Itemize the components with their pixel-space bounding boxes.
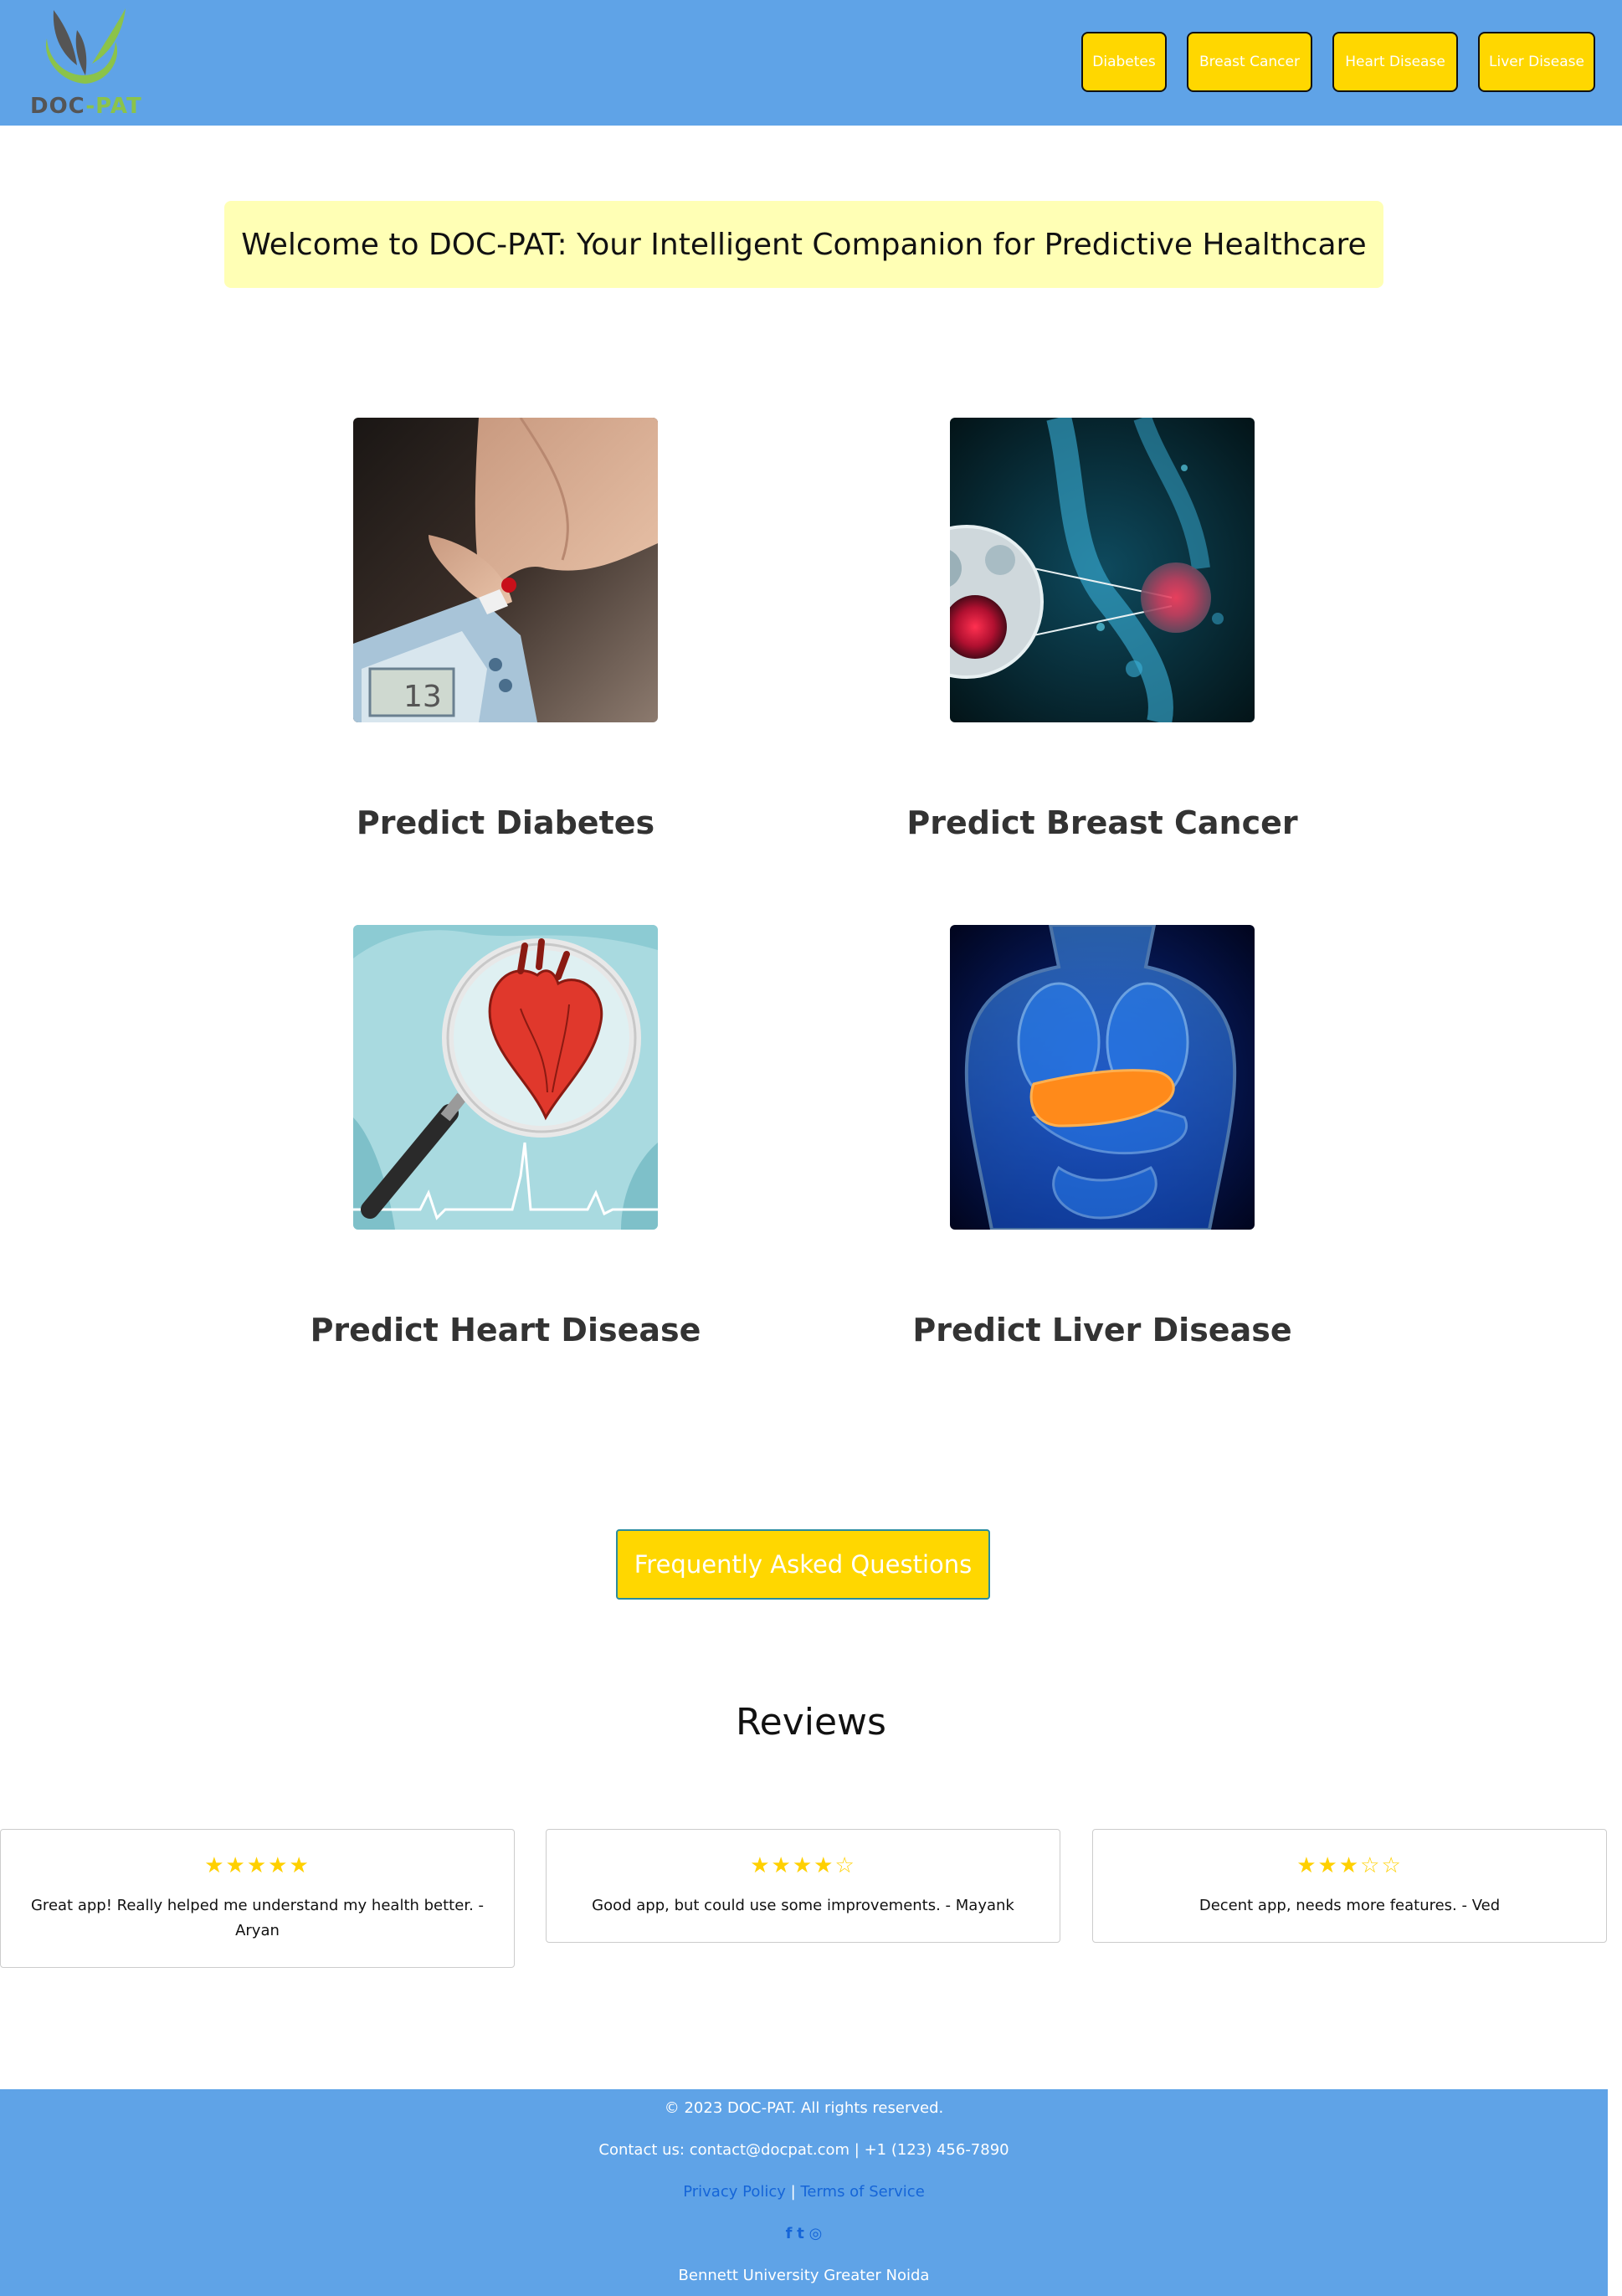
breast-cancer-card-image[interactable] bbox=[950, 418, 1255, 722]
predict-diabetes-title[interactable]: Predict Diabetes bbox=[254, 804, 757, 841]
nav-diabetes-button[interactable]: Diabetes bbox=[1081, 32, 1167, 92]
faq-button[interactable]: Frequently Asked Questions bbox=[616, 1529, 990, 1600]
logo-leaf-icon bbox=[45, 8, 126, 84]
instagram-icon[interactable]: ◎ bbox=[809, 2225, 823, 2242]
diabetes-card-image[interactable]: 13 bbox=[353, 418, 658, 722]
site-footer: © 2023 DOC-PAT. All rights reserved. Con… bbox=[0, 2089, 1608, 2296]
review-text: Great app! Really helped me understand m… bbox=[30, 1897, 485, 1939]
reviews-heading: Reviews bbox=[736, 1701, 886, 1744]
svg-text:13: 13 bbox=[403, 680, 442, 714]
rating-stars: ★★★☆☆ bbox=[1296, 1853, 1403, 1878]
footer-location: Bennett University Greater Noida bbox=[678, 2267, 930, 2284]
nav-liver-disease-button[interactable]: Liver Disease bbox=[1478, 32, 1595, 92]
terms-of-service-link[interactable]: Terms of Service bbox=[800, 2183, 924, 2201]
rating-stars: ★★★★☆ bbox=[750, 1853, 856, 1878]
footer-links: Privacy Policy | Terms of Service bbox=[0, 2183, 1608, 2201]
footer-link-separator: | bbox=[790, 2183, 796, 2201]
review-card: ★★★★☆ Good app, but could use some impro… bbox=[546, 1829, 1060, 1943]
nav-breast-cancer-button[interactable]: Breast Cancer bbox=[1187, 32, 1312, 92]
privacy-policy-link[interactable]: Privacy Policy bbox=[683, 2183, 786, 2201]
logo-text-pat: PAT bbox=[95, 94, 142, 119]
footer-social-icons: f t ◎ bbox=[0, 2225, 1608, 2242]
nav-heart-disease-button[interactable]: Heart Disease bbox=[1332, 32, 1458, 92]
liver-disease-card-image[interactable] bbox=[950, 925, 1255, 1230]
review-text: Good app, but could use some improvement… bbox=[592, 1897, 1014, 1914]
logo-text-doc: DOC bbox=[30, 94, 86, 119]
logo-text-dash: - bbox=[85, 94, 96, 119]
review-text: Decent app, needs more features. - Ved bbox=[1199, 1897, 1501, 1914]
rating-stars: ★★★★★ bbox=[204, 1853, 311, 1878]
welcome-banner: Welcome to DOC-PAT: Your Intelligent Com… bbox=[224, 201, 1383, 288]
main-nav: Diabetes Breast Cancer Heart Disease Liv… bbox=[1081, 32, 1595, 92]
review-card: ★★★★★ Great app! Really helped me unders… bbox=[0, 1829, 515, 1968]
review-card: ★★★☆☆ Decent app, needs more features. -… bbox=[1092, 1829, 1607, 1943]
heart-disease-card-image[interactable] bbox=[353, 925, 658, 1230]
twitter-icon[interactable]: t bbox=[797, 2225, 804, 2242]
logo-text: DOC-PAT bbox=[30, 94, 142, 119]
doc-pat-logo[interactable]: DOC-PAT bbox=[30, 5, 142, 122]
predict-breast-cancer-title[interactable]: Predict Breast Cancer bbox=[851, 804, 1353, 841]
predict-liver-disease-title[interactable]: Predict Liver Disease bbox=[851, 1312, 1353, 1348]
footer-copyright: © 2023 DOC-PAT. All rights reserved. bbox=[664, 2099, 944, 2117]
footer-contact: Contact us: contact@docpat.com | +1 (123… bbox=[598, 2141, 1009, 2159]
predict-heart-disease-title[interactable]: Predict Heart Disease bbox=[254, 1312, 757, 1348]
facebook-icon[interactable]: f bbox=[786, 2225, 793, 2242]
site-header: DOC-PAT Diabetes Breast Cancer Heart Dis… bbox=[0, 0, 1622, 126]
